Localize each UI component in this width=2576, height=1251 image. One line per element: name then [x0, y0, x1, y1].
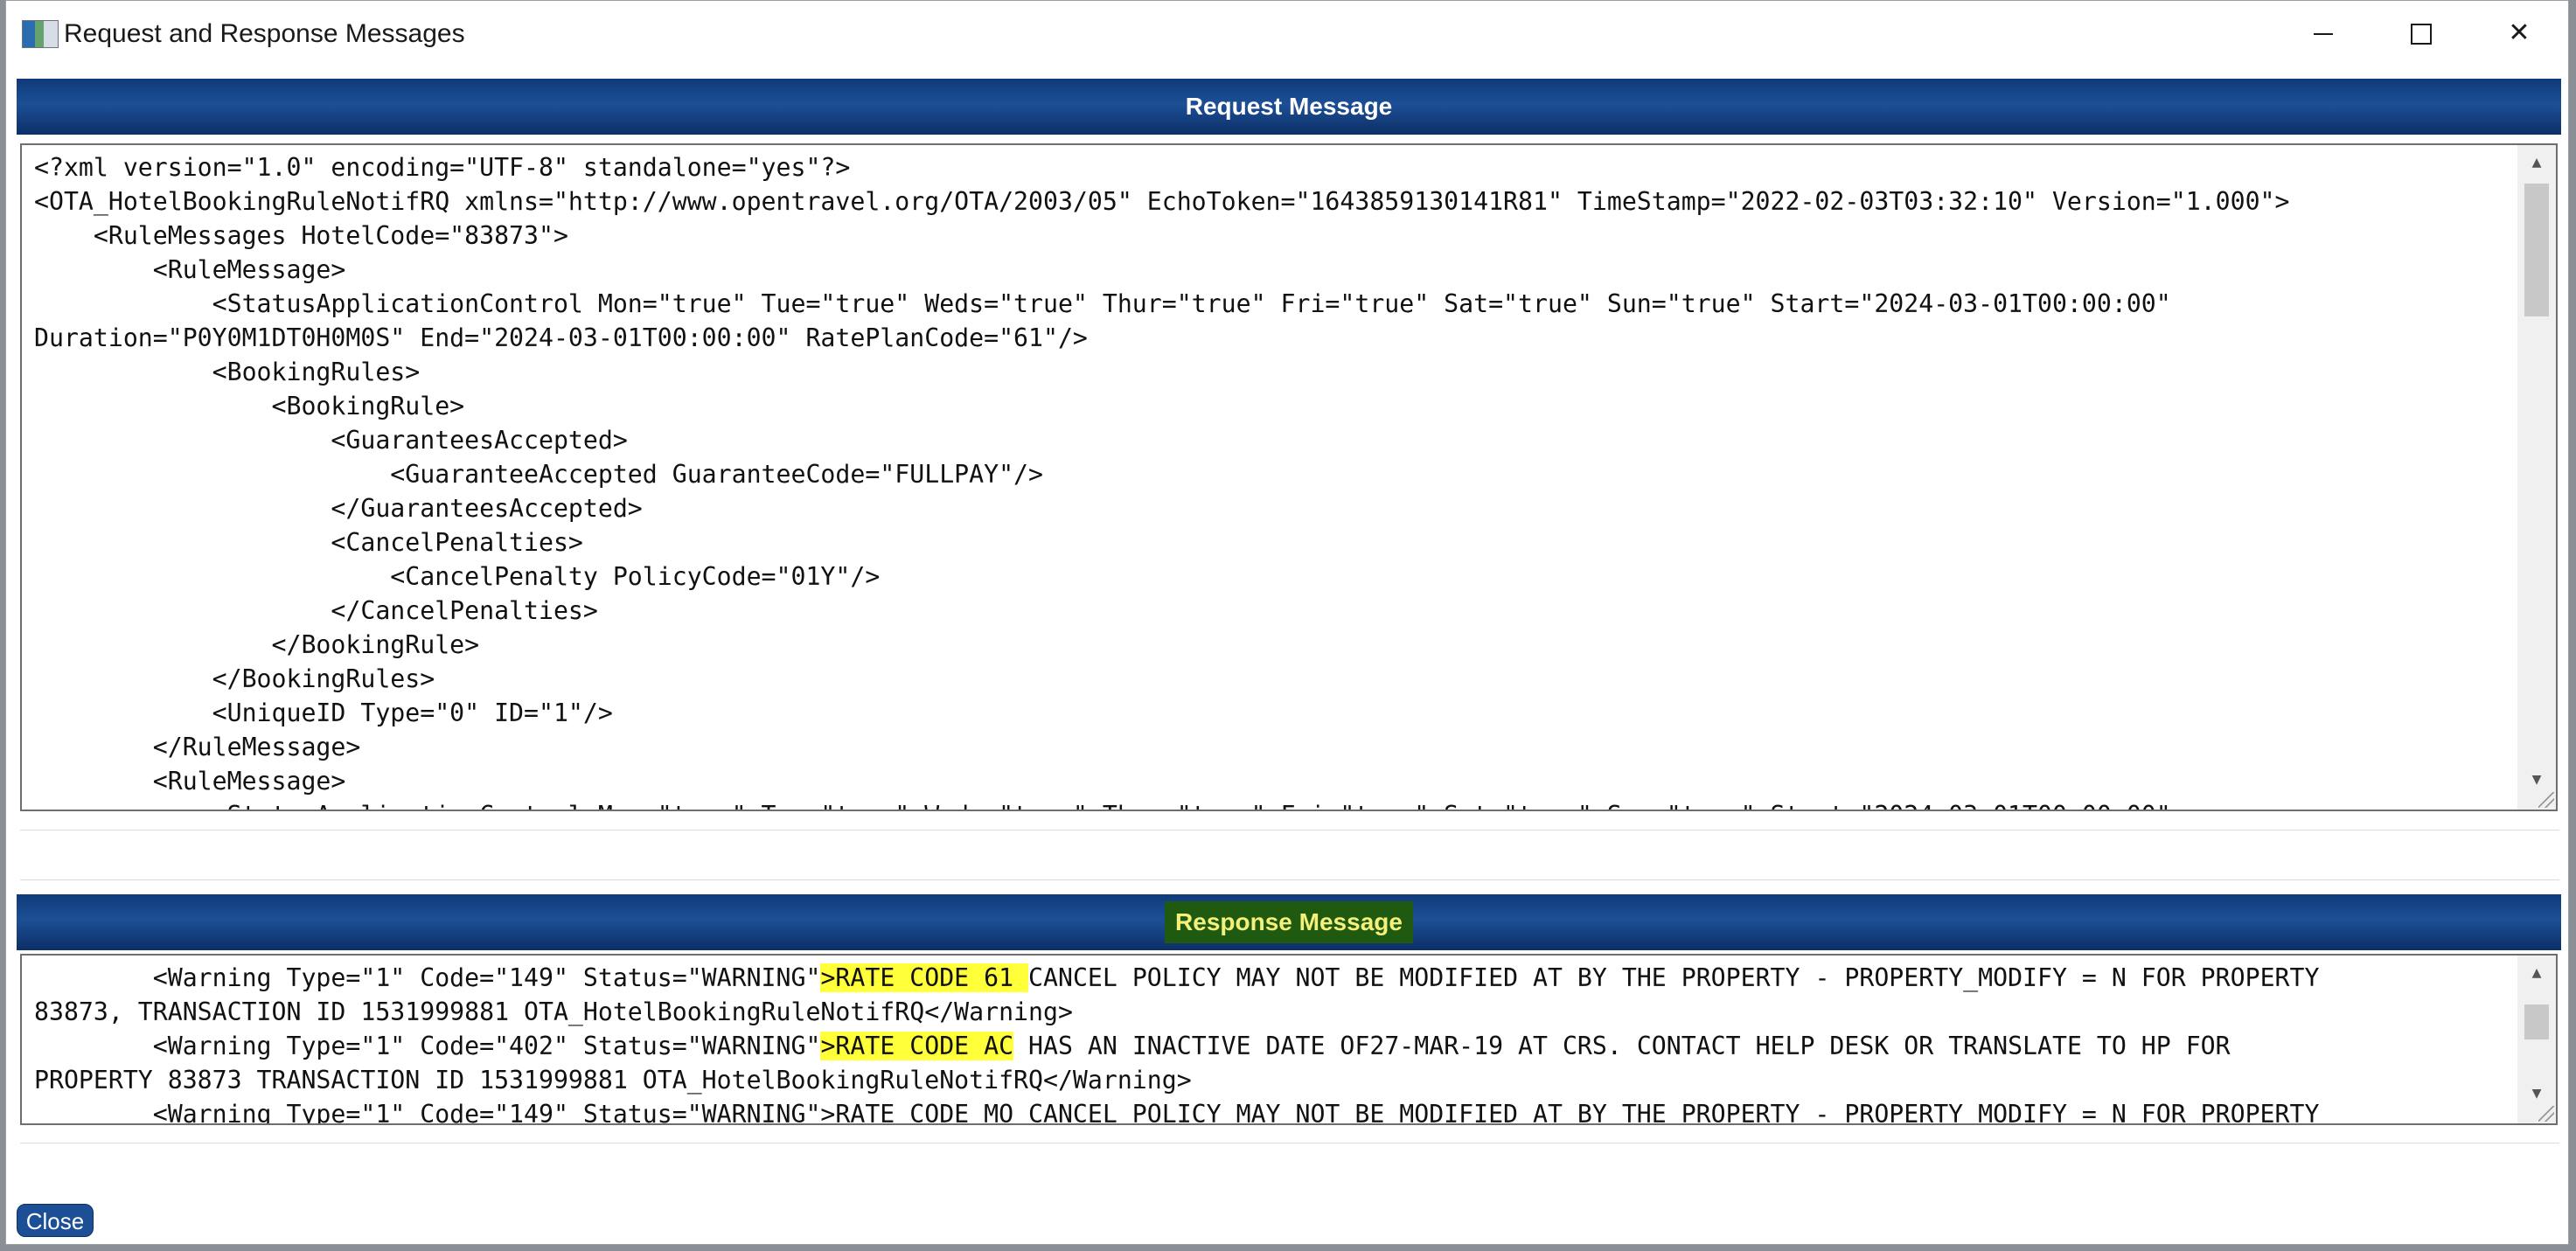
response-message-textarea[interactable]: <Warning Type="1" Code="149" Status="WAR…: [20, 954, 2558, 1125]
highlighted-rate-code: >RATE CODE 61: [820, 963, 1029, 992]
response-line: HAS AN INACTIVE DATE OF27-MAR-19 AT CRS.…: [1013, 1032, 2231, 1060]
response-scrollbar[interactable]: ▲ ▼: [2517, 956, 2556, 1123]
request-line: </BookingRules>: [34, 664, 435, 693]
request-line: <UniqueID Type="0" ID="1"/>: [34, 698, 613, 727]
request-line: </RuleMessage>: [34, 733, 361, 761]
scroll-up-arrow-icon[interactable]: ▲: [2517, 145, 2556, 180]
request-line: <CancelPenalty PolicyCode="01Y"/>: [34, 562, 881, 591]
response-line: <Warning Type="1" Code="149" Status="WAR…: [34, 963, 821, 992]
request-message-header: Request Message: [17, 79, 2561, 135]
request-line: <CancelPenalties>: [34, 528, 583, 557]
request-line: <BookingRule>: [34, 392, 465, 420]
title-bar[interactable]: Request and Response Messages ✕: [6, 1, 2568, 67]
request-xml-content: <?xml version="1.0" encoding="UTF-8" sta…: [34, 150, 2526, 810]
scroll-up-arrow-icon[interactable]: ▲: [2517, 956, 2556, 990]
request-scrollbar[interactable]: ▲ ▼: [2517, 145, 2556, 810]
response-line: 83873, TRANSACTION ID 1531999881 OTA_Hot…: [34, 997, 1073, 1026]
request-line: <OTA_HotelBookingRuleNotifRQ xmlns="http…: [34, 187, 2290, 216]
divider: [20, 879, 2559, 880]
request-line: <RuleMessage>: [34, 767, 346, 796]
response-message-header: Response Message: [17, 894, 2561, 950]
scroll-thumb[interactable]: [2524, 1004, 2549, 1039]
request-line: <RuleMessage>: [34, 255, 346, 284]
window-title: Request and Response Messages: [64, 19, 465, 48]
app-icon: [22, 20, 59, 48]
request-line: <GuaranteeAccepted GuaranteeCode="FULLPA…: [34, 460, 1043, 489]
response-message-title: Response Message: [1165, 901, 1413, 943]
response-line: <Warning Type="1" Code="149" Status="WAR…: [34, 1100, 2320, 1125]
request-line: <RuleMessages HotelCode="83873">: [34, 221, 568, 250]
request-response-dialog: Request and Response Messages ✕ Request …: [5, 0, 2569, 1245]
request-message-title: Request Message: [1185, 93, 1393, 120]
request-line: <GuaranteesAccepted>: [34, 426, 628, 455]
response-xml-content: <Warning Type="1" Code="149" Status="WAR…: [34, 961, 2526, 1125]
close-icon: ✕: [2508, 18, 2531, 47]
request-line: <StatusApplicationControl Mon="true" Tue…: [34, 798, 2526, 810]
response-line: <Warning Type="1" Code="402" Status="WAR…: [34, 1032, 821, 1060]
request-line: </CancelPenalties>: [34, 596, 598, 625]
request-line: <StatusApplicationControl Mon="true" Tue…: [34, 289, 2171, 318]
minimize-button[interactable]: [2274, 1, 2372, 66]
request-line: </BookingRule>: [34, 630, 480, 659]
minimize-icon: [2314, 33, 2333, 36]
request-message-textarea[interactable]: <?xml version="1.0" encoding="UTF-8" sta…: [20, 143, 2558, 811]
scroll-thumb[interactable]: [2524, 184, 2549, 316]
resize-grip-icon[interactable]: [2538, 1106, 2554, 1122]
response-line: PROPERTY 83873 TRANSACTION ID 1531999881…: [34, 1066, 1192, 1095]
request-line: </GuaranteesAccepted>: [34, 494, 643, 523]
close-window-button[interactable]: ✕: [2470, 1, 2568, 66]
divider: [20, 830, 2559, 831]
response-line: CANCEL POLICY MAY NOT BE MODIFIED AT BY …: [1028, 963, 2320, 992]
maximize-button[interactable]: [2372, 1, 2470, 66]
close-button[interactable]: Close: [17, 1204, 94, 1237]
resize-grip-icon[interactable]: [2538, 792, 2554, 808]
request-line: <?xml version="1.0" encoding="UTF-8" sta…: [34, 153, 851, 182]
maximize-icon: [2411, 24, 2432, 45]
request-line: Duration="P0Y0M1DT0H0M0S" End="2024-03-0…: [34, 323, 1088, 352]
highlighted-rate-code: >RATE CODE AC: [820, 1032, 1014, 1060]
request-line: <BookingRules>: [34, 358, 421, 386]
